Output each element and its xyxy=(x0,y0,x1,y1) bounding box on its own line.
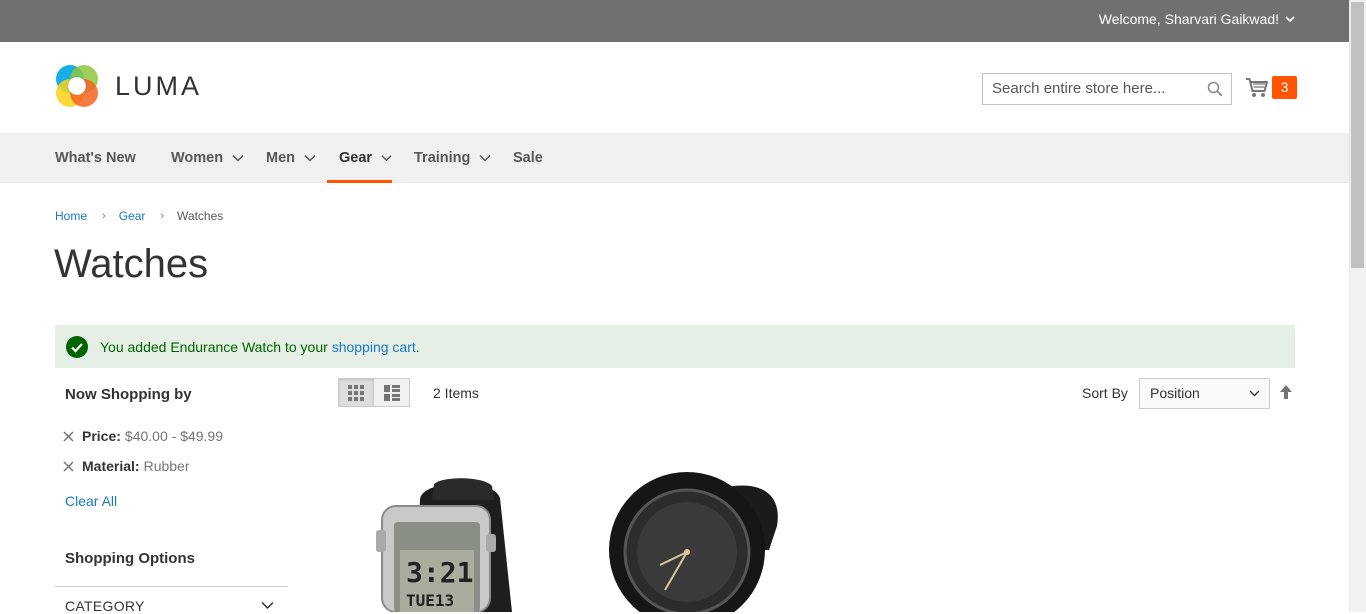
nav-item-label: Women xyxy=(171,149,224,166)
remove-filter-icon[interactable] xyxy=(62,460,75,473)
chevron-down-icon[interactable] xyxy=(261,601,274,610)
remove-filter-icon[interactable] xyxy=(62,430,75,443)
product-image-digital-watch[interactable]: 3:21 TUE13 xyxy=(372,470,532,612)
chevron-down-icon xyxy=(1285,15,1295,22)
view-mode-switcher xyxy=(338,378,410,407)
active-filter-material: Material: Rubber xyxy=(62,458,190,474)
breadcrumb-current: Watches xyxy=(177,209,224,223)
message-text-after: . xyxy=(415,339,420,355)
active-filter-price: Price: $40.00 - $49.99 xyxy=(62,428,223,444)
message-text-before: You added Endurance Watch to your xyxy=(100,339,332,355)
sort-by-select[interactable]: Position xyxy=(1139,378,1270,409)
product-image-analog-watch[interactable] xyxy=(605,470,785,612)
store-logo[interactable]: LUMA xyxy=(55,64,202,108)
now-shopping-by-title: Now Shopping by xyxy=(65,386,192,403)
breadcrumb-home[interactable]: Home xyxy=(55,209,87,223)
page-title: Watches xyxy=(54,242,209,286)
minicart-button[interactable]: 3 xyxy=(1245,76,1297,99)
cart-count-badge: 3 xyxy=(1272,76,1297,99)
sort-direction-arrow-icon[interactable] xyxy=(1279,384,1293,400)
nav-item-sale[interactable]: Sale xyxy=(513,133,543,182)
breadcrumb-gear[interactable]: Gear xyxy=(119,209,146,223)
nav-item-label: Men xyxy=(266,149,295,166)
success-message: You added Endurance Watch to your shoppi… xyxy=(55,325,1295,368)
svg-text:TUE13: TUE13 xyxy=(406,591,454,610)
message-text: You added Endurance Watch to your shoppi… xyxy=(100,339,420,355)
main-navigation: What's New Women Men Gear Training Sale xyxy=(0,133,1349,183)
sort-selected-value: Position xyxy=(1150,385,1200,401)
svg-text:3:21: 3:21 xyxy=(406,556,473,589)
nav-item-label: What's New xyxy=(55,149,136,166)
breadcrumb-separator-icon: › xyxy=(160,210,165,222)
chevron-down-icon xyxy=(1249,390,1260,397)
checkmark-success-icon xyxy=(66,336,88,358)
breadcrumb-separator-icon: › xyxy=(102,210,106,222)
search-box[interactable] xyxy=(982,73,1232,105)
nav-item-women[interactable]: Women xyxy=(171,133,244,182)
list-icon xyxy=(383,384,400,401)
filter-label: Material: xyxy=(82,458,140,474)
luma-logo-icon xyxy=(56,65,98,107)
nav-item-label: Sale xyxy=(513,149,543,166)
toolbar-item-count: 2 Items xyxy=(433,385,479,401)
search-input[interactable] xyxy=(983,74,1202,102)
grid-icon xyxy=(348,384,364,401)
filter-value: Rubber xyxy=(143,458,190,474)
list-view-button[interactable] xyxy=(374,378,410,407)
nav-item-label: Gear xyxy=(339,150,373,166)
sort-by-label: Sort By xyxy=(1082,385,1128,401)
chevron-down-icon xyxy=(304,154,316,162)
clear-all-filters-link[interactable]: Clear All xyxy=(65,493,117,509)
grid-view-button[interactable] xyxy=(338,378,374,407)
shopping-cart-icon xyxy=(1246,77,1268,97)
search-icon[interactable] xyxy=(1207,81,1223,97)
filter-value: $40.00 - $49.99 xyxy=(124,428,224,444)
breadcrumb: Home › Gear › Watches xyxy=(55,209,223,223)
welcome-text: Welcome, Sharvari Gaikwad! xyxy=(1098,11,1279,27)
chevron-down-icon xyxy=(479,154,491,162)
customer-menu-toggle[interactable]: Welcome, Sharvari Gaikwad! xyxy=(1099,11,1295,27)
shopping-options-title: Shopping Options xyxy=(65,550,195,567)
nav-item-gear[interactable]: Gear xyxy=(327,133,392,183)
divider xyxy=(55,586,288,587)
chevron-down-icon xyxy=(232,154,244,162)
filter-label: Price: xyxy=(82,428,121,444)
chevron-down-icon xyxy=(381,155,392,162)
nav-item-training[interactable]: Training xyxy=(414,133,491,182)
nav-item-label: Training xyxy=(414,149,471,166)
nav-item-whats-new[interactable]: What's New xyxy=(55,133,136,182)
logo-text: LUMA xyxy=(115,70,203,101)
shopping-cart-link[interactable]: shopping cart xyxy=(332,339,416,355)
scrollbar-thumb[interactable] xyxy=(1351,2,1364,268)
nav-item-men[interactable]: Men xyxy=(266,133,316,182)
